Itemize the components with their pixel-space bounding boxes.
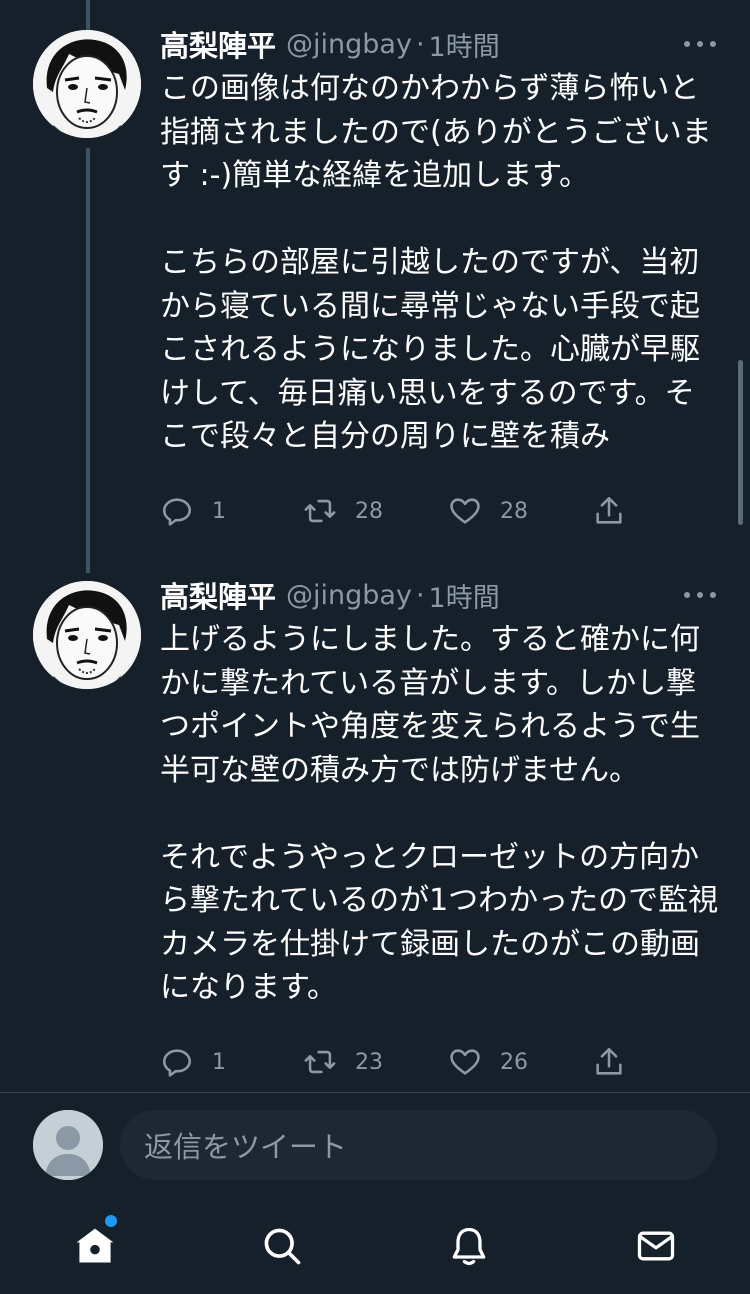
retweet-button[interactable]: 23 [303, 1042, 383, 1082]
like-button[interactable]: 28 [448, 491, 528, 531]
search-icon [264, 1228, 301, 1265]
tweet-actions: 1 23 26 [160, 1042, 640, 1082]
avatar-image [33, 30, 141, 138]
tweet-header: 高梨陣平 @jingbay · 1時間 [160, 575, 500, 615]
tweet-text: この画像は何なのかわからず薄ら怖いと指摘されましたので(ありがとうございます :… [160, 71, 712, 454]
home-icon [76, 1228, 114, 1263]
heart-icon [450, 1049, 480, 1075]
reply-placeholder: 返信をツイート [144, 1130, 348, 1164]
retweet-icon [304, 1050, 336, 1074]
notification-dot [105, 1215, 117, 1227]
retweet-icon [304, 499, 336, 523]
tweet-actions: 1 28 28 [160, 491, 640, 531]
tweet-text: 上げるようにしました。すると確かに何かに撃たれている音がします。しかし撃つポイン… [160, 622, 719, 1005]
more-icon[interactable] [684, 34, 716, 54]
user-avatar[interactable] [33, 1110, 103, 1180]
retweet-count: 23 [355, 1049, 383, 1075]
reply-count: 1 [212, 1049, 226, 1075]
share-button[interactable] [592, 1042, 626, 1082]
share-icon [596, 496, 622, 524]
tweet[interactable]: 高梨陣平 @jingbay · 1時間 上げるようにしました。すると確かに何かに… [0, 575, 750, 1085]
like-count: 26 [500, 1049, 528, 1075]
more-icon[interactable] [684, 585, 716, 605]
like-button[interactable]: 26 [448, 1042, 528, 1082]
share-icon [596, 1047, 622, 1075]
bottom-nav [0, 1203, 750, 1294]
reply-count: 1 [212, 498, 226, 524]
reply-composer: 返信をツイート [0, 1093, 750, 1203]
nav-messages[interactable] [631, 1221, 681, 1271]
reply-input[interactable]: 返信をツイート [120, 1110, 717, 1180]
user-handle[interactable]: @jingbay [286, 580, 412, 611]
nav-search[interactable] [257, 1221, 307, 1271]
share-button[interactable] [592, 491, 626, 531]
avatar[interactable] [33, 581, 141, 689]
display-name[interactable]: 高梨陣平 [160, 23, 276, 65]
default-avatar-icon [33, 1110, 103, 1180]
scrollbar[interactable] [738, 360, 743, 525]
nav-home[interactable] [70, 1221, 120, 1271]
separator-dot: · [415, 28, 425, 60]
user-handle[interactable]: @jingbay [286, 29, 412, 60]
avatar[interactable] [33, 30, 141, 138]
heart-icon [450, 498, 480, 524]
timestamp[interactable]: 1時間 [429, 25, 500, 64]
reply-icon [162, 1049, 192, 1077]
like-count: 28 [500, 498, 528, 524]
nav-notifications[interactable] [444, 1221, 494, 1271]
reply-button[interactable]: 1 [160, 491, 226, 531]
retweet-button[interactable]: 28 [303, 491, 383, 531]
avatar-image [33, 581, 141, 689]
bell-icon [452, 1227, 486, 1266]
separator-dot: · [415, 579, 425, 611]
tweet[interactable]: 高梨陣平 @jingbay · 1時間 この画像は何なのかわからず薄ら怖いと指摘… [0, 24, 750, 544]
retweet-count: 28 [355, 498, 383, 524]
reply-button[interactable]: 1 [160, 1042, 226, 1082]
reply-icon [162, 498, 192, 526]
timestamp[interactable]: 1時間 [429, 576, 500, 615]
display-name[interactable]: 高梨陣平 [160, 574, 276, 616]
tweet-header: 高梨陣平 @jingbay · 1時間 [160, 24, 500, 64]
mail-icon [637, 1231, 675, 1261]
